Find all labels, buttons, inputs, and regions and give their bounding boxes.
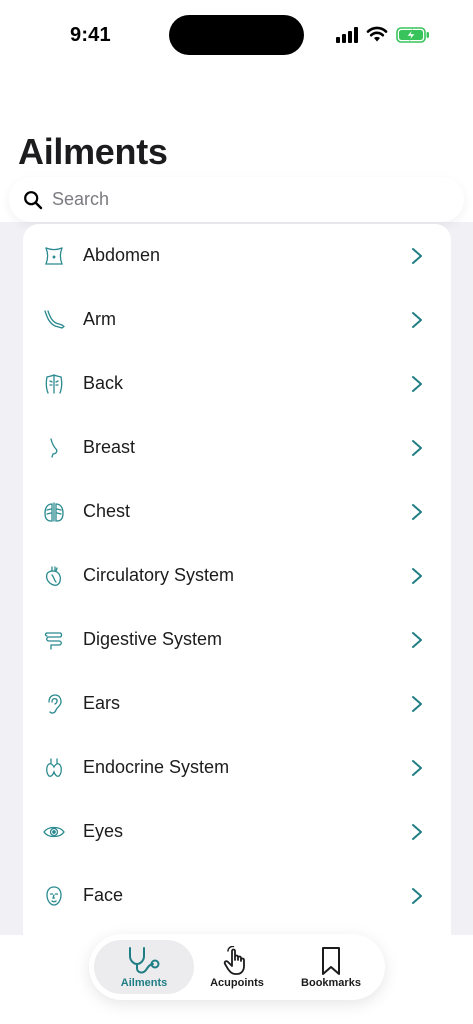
chevron-right-icon (412, 248, 422, 264)
ailment-item-arm[interactable]: Arm (23, 288, 451, 352)
breast-icon (43, 437, 65, 459)
ailment-item-breast[interactable]: Breast (23, 416, 451, 480)
tab-acupoints[interactable]: Acupoints (199, 940, 275, 994)
ailment-label: Endocrine System (83, 757, 230, 777)
back-icon (43, 373, 65, 395)
tab-label: Bookmarks (301, 977, 361, 989)
ailment-item-abdomen[interactable]: Abdomen (23, 224, 451, 288)
chevron-right-icon (412, 632, 422, 648)
bookmark-icon (322, 947, 340, 975)
ailment-label: Ears (83, 693, 121, 713)
cellular-signal-icon (336, 27, 360, 43)
ailment-label: Breast (83, 437, 136, 457)
wifi-icon (366, 26, 388, 42)
chevron-right-icon (412, 376, 422, 392)
ailment-item-eyes[interactable]: Eyes (23, 800, 451, 864)
heart-icon (43, 565, 65, 587)
ailment-label: Face (83, 885, 124, 905)
ear-icon (43, 693, 65, 715)
tab-bookmarks[interactable]: Bookmarks (289, 940, 373, 994)
ailment-item-chest[interactable]: Chest (23, 480, 451, 544)
face-icon (43, 885, 65, 907)
chevron-right-icon (412, 824, 422, 840)
ailment-label: Abdomen (83, 245, 161, 265)
battery-charging-icon (396, 27, 429, 43)
ailment-item-circulatory-system[interactable]: Circulatory System (23, 544, 451, 608)
ailment-item-endocrine-system[interactable]: Endocrine System (23, 736, 451, 800)
stethoscope-icon (129, 947, 160, 974)
chevron-right-icon (412, 760, 422, 776)
chevron-right-icon (412, 696, 422, 712)
page-title: Ailments (18, 131, 168, 172)
search-bar[interactable] (9, 177, 464, 222)
hand-pointer-icon (223, 946, 245, 975)
ailment-label: Chest (83, 501, 131, 521)
dynamic-island (169, 15, 304, 55)
ailment-item-back[interactable]: Back (23, 352, 451, 416)
ailment-item-digestive-system[interactable]: Digestive System (23, 608, 451, 672)
ailment-label: Arm (83, 309, 116, 329)
chest-icon (43, 501, 65, 523)
chevron-right-icon (412, 568, 422, 584)
tab-ailments[interactable]: Ailments (94, 940, 194, 994)
tab-label: Ailments (120, 977, 168, 989)
ailment-item-ears[interactable]: Ears (23, 672, 451, 736)
ailment-item-face[interactable]: Face (23, 864, 451, 928)
arm-icon (43, 309, 65, 331)
ailments-list: Abdomen Arm Back Breast Chest Circulator… (23, 224, 451, 935)
ailment-label: Back (83, 373, 124, 393)
ailment-label: Circulatory System (83, 565, 235, 585)
eye-icon (43, 821, 65, 843)
chevron-right-icon (412, 440, 422, 456)
intestine-icon (43, 629, 65, 651)
ailment-label: Eyes (83, 821, 124, 841)
ailment-label: Digestive System (83, 629, 223, 649)
tab-bar: Ailments Acupoints Bookmarks (89, 934, 385, 1000)
search-icon (24, 190, 43, 209)
abdomen-icon (43, 245, 65, 267)
thyroid-icon (43, 757, 65, 779)
chevron-right-icon (412, 888, 422, 904)
status-time: 9:41 (70, 24, 111, 46)
chevron-right-icon (412, 504, 422, 520)
chevron-right-icon (412, 312, 422, 328)
tab-label: Acupoints (210, 977, 264, 989)
search-input[interactable] (52, 189, 432, 210)
